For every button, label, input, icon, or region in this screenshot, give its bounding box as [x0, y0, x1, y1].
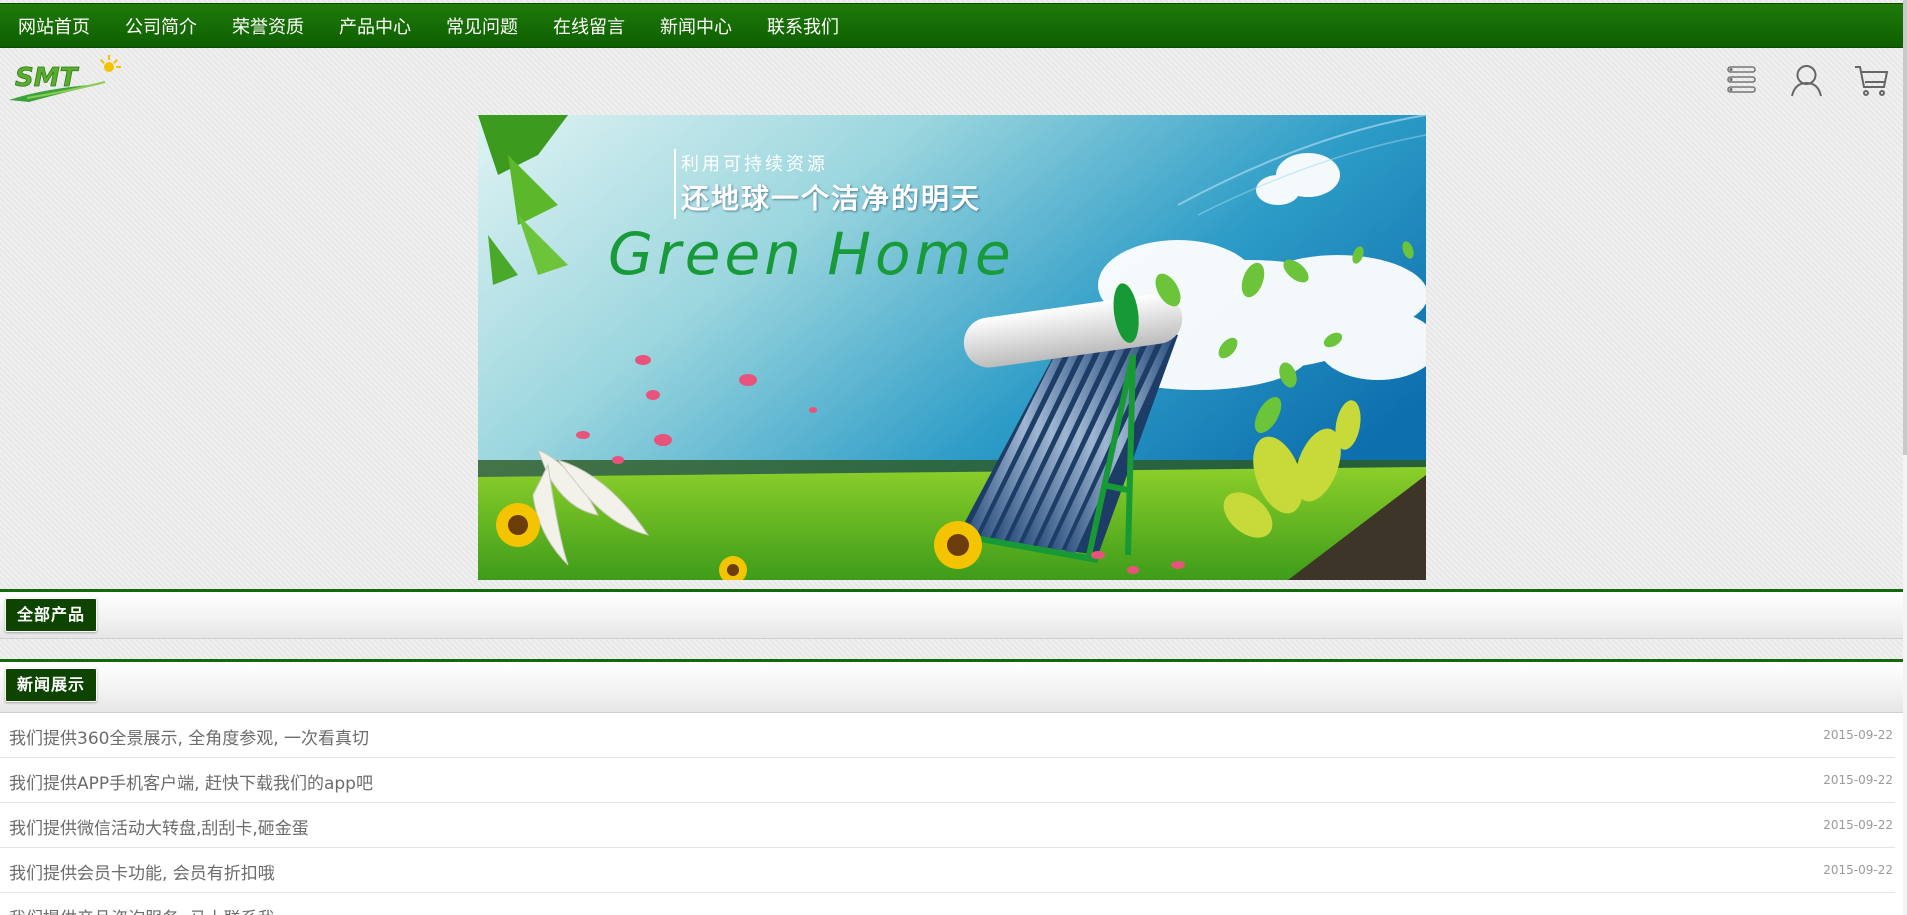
cart-icon[interactable] [1854, 62, 1889, 97]
news-title[interactable]: 我们提供会员卡功能, 会员有折扣哦 [9, 859, 275, 884]
user-icon[interactable] [1789, 62, 1824, 97]
list-item[interactable]: 我们提供会员卡功能, 会员有折扣哦 2015-09-22 [0, 848, 1895, 893]
news-title[interactable]: 我们提供360全景展示, 全角度参观, 一次看真切 [9, 724, 369, 749]
header-icons [1724, 62, 1889, 97]
banner-divider [674, 149, 676, 219]
products-section-bar: 全部产品 [0, 589, 1903, 639]
logo[interactable]: SMT [5, 54, 121, 104]
news-section: 新闻展示 [0, 659, 1903, 713]
news-title[interactable]: 我们提供产品咨询服务, 马上联系我 [9, 904, 275, 915]
products-tab[interactable]: 全部产品 [5, 598, 98, 632]
list-item[interactable]: 我们提供产品咨询服务, 马上联系我 [0, 893, 1895, 915]
banner-headline: 还地球一个洁净的明天 [681, 182, 982, 215]
nav-item-products[interactable]: 产品中心 [339, 13, 411, 39]
banner-subtitle: 利用可持续资源 [681, 154, 828, 175]
menu-list-icon[interactable] [1724, 62, 1759, 97]
top-nav: 网站首页 公司简介 荣誉资质 产品中心 常见问题 在线留言 新闻中心 联系我们 [0, 3, 1903, 48]
nav-item-faq[interactable]: 常见问题 [446, 13, 518, 39]
logo-text: SMT [15, 63, 80, 93]
news-date: 2015-09-22 [1823, 863, 1893, 877]
nav-item-news[interactable]: 新闻中心 [660, 13, 732, 39]
news-tab[interactable]: 新闻展示 [5, 668, 98, 702]
list-item[interactable]: 我们提供微信活动大转盘,刮刮卡,砸金蛋 2015-09-22 [0, 803, 1895, 848]
news-section-bar: 新闻展示 [0, 659, 1903, 713]
news-list: 我们提供360全景展示, 全角度参观, 一次看真切 2015-09-22 我们提… [0, 713, 1903, 915]
list-item[interactable]: 我们提供APP手机客户端, 赶快下载我们的app吧 2015-09-22 [0, 758, 1895, 803]
banner-green-home: Green Home [608, 220, 1015, 288]
products-section: 全部产品 [0, 589, 1903, 639]
main-content: 网站首页 公司简介 荣誉资质 产品中心 常见问题 在线留言 新闻中心 联系我们 [0, 0, 1903, 915]
news-date: 2015-09-22 [1823, 818, 1893, 832]
scrollbar[interactable] [1903, 0, 1907, 915]
news-date: 2015-09-22 [1823, 728, 1893, 742]
hero-banner[interactable]: 利用可持续资源 还地球一个洁净的明天 Green Home [478, 115, 1426, 580]
nav-item-home[interactable]: 网站首页 [18, 13, 90, 39]
nav-item-contact[interactable]: 联系我们 [767, 13, 839, 39]
nav-item-message[interactable]: 在线留言 [553, 13, 625, 39]
page: 网站首页 公司简介 荣誉资质 产品中心 常见问题 在线留言 新闻中心 联系我们 [0, 0, 1907, 915]
list-item[interactable]: 我们提供360全景展示, 全角度参观, 一次看真切 2015-09-22 [0, 713, 1895, 758]
scrollbar-thumb[interactable] [1903, 0, 1907, 455]
nav-item-about[interactable]: 公司简介 [125, 13, 197, 39]
header: SMT [0, 48, 1903, 115]
news-title[interactable]: 我们提供APP手机客户端, 赶快下载我们的app吧 [9, 769, 373, 794]
nav-item-honors[interactable]: 荣誉资质 [232, 13, 304, 39]
news-title[interactable]: 我们提供微信活动大转盘,刮刮卡,砸金蛋 [9, 814, 309, 839]
news-date: 2015-09-22 [1823, 773, 1893, 787]
